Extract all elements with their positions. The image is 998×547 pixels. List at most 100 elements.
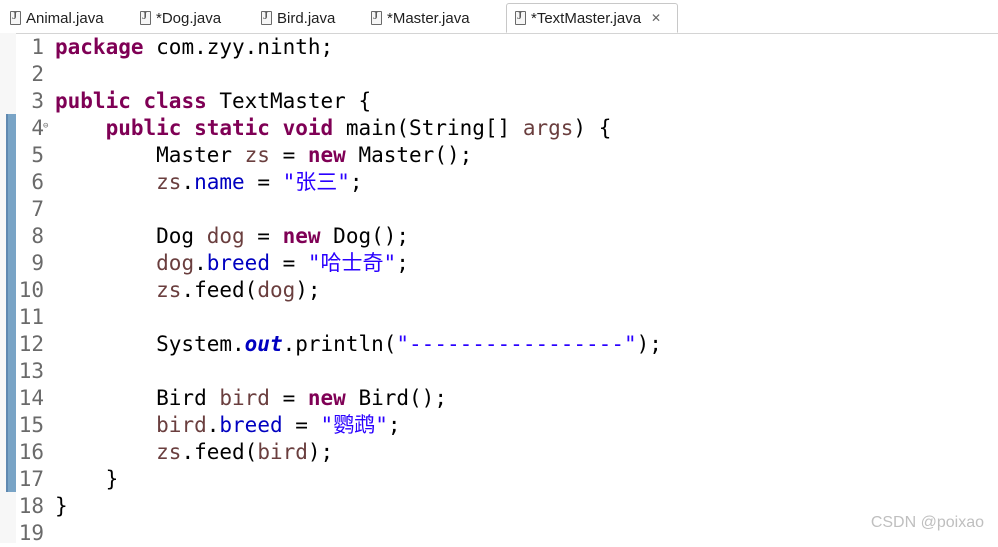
token-str: "张三": [282, 170, 350, 194]
token: .: [181, 170, 195, 194]
close-tab-icon[interactable]: ✕: [651, 11, 661, 25]
tab-label: Animal.java: [26, 9, 104, 27]
java-file-icon: J: [140, 11, 151, 25]
token-var: zs: [244, 143, 270, 167]
line-number: 9: [31, 251, 44, 275]
token: }: [55, 494, 68, 518]
fold-toggle-icon[interactable]: ⊖: [43, 113, 48, 140]
line-number: 16: [18, 440, 44, 464]
token-kw: public: [105, 116, 182, 140]
code-line: 18}: [0, 493, 998, 520]
token-var: zs: [156, 440, 182, 464]
token: .feed(: [181, 440, 258, 464]
tab-bird-java[interactable]: J Bird.java: [253, 3, 335, 33]
code-editor[interactable]: 1 package com.zyy.ninth; 2 3 public class Te…: [0, 33, 998, 545]
line-number: 18: [18, 494, 44, 518]
token-var: bird: [156, 413, 207, 437]
code-line: 17 }: [0, 466, 998, 493]
token-kw: new: [307, 386, 346, 410]
token-kw: new: [282, 224, 321, 248]
token: Master();: [345, 143, 473, 167]
code-line: 14 Bird bird = new Bird();: [0, 385, 998, 412]
token: ;: [387, 413, 401, 437]
token-var: args: [522, 116, 574, 140]
code-line: 2: [0, 61, 998, 88]
code-line: 6 zs.name = "张三";: [0, 169, 998, 196]
code-line: 16 zs.feed(bird);: [0, 439, 998, 466]
line-number: 5: [31, 143, 44, 167]
line-number: 14: [18, 386, 44, 410]
tab-label: *Master.java: [387, 9, 470, 27]
code-text: bird.breed = "鹦鹉";: [55, 412, 401, 439]
code-line: 13: [0, 358, 998, 385]
code-text: }: [55, 466, 119, 493]
code-line: 1 package com.zyy.ninth;: [0, 34, 998, 61]
line-number: 10: [18, 278, 44, 302]
code-text: public class TextMaster {: [55, 88, 371, 115]
line-number: 2: [31, 62, 44, 86]
editor-tab-bar: J Animal.java J *Dog.java J Bird.java J …: [0, 0, 998, 34]
token: TextMaster {: [206, 89, 372, 113]
code-line: 12 System.out.println("-----------------…: [0, 331, 998, 358]
token-str: "鹦鹉": [320, 413, 388, 437]
java-file-icon: J: [261, 11, 272, 25]
tab-animal-java[interactable]: J Animal.java: [2, 3, 104, 33]
token-var: bird: [219, 386, 270, 410]
line-number: 3: [31, 89, 44, 113]
line-number: 17: [18, 467, 44, 491]
token: ) {: [573, 116, 612, 140]
code-line: 15 bird.breed = "鹦鹉";: [0, 412, 998, 439]
tab-dog-java[interactable]: J *Dog.java: [132, 3, 221, 33]
token: .: [206, 413, 220, 437]
token-var: zs: [156, 278, 182, 302]
token-var: zs: [156, 170, 182, 194]
tab-label: *TextMaster.java: [531, 9, 642, 27]
token: Bird: [55, 386, 220, 410]
line-number: 4: [31, 116, 44, 140]
token: =: [282, 413, 321, 437]
line-number: 12: [18, 332, 44, 356]
code-text: dog.breed = "哈士奇";: [55, 250, 409, 277]
code-line: 7: [0, 196, 998, 223]
token-kw: static: [194, 116, 270, 140]
line-number: 6: [31, 170, 44, 194]
token: =: [269, 251, 308, 275]
line-number: 7: [31, 197, 44, 221]
code-text: package com.zyy.ninth;: [55, 34, 333, 61]
java-file-icon: J: [371, 11, 382, 25]
code-line: 5 Master zs = new Master();: [0, 142, 998, 169]
token-var: dog: [257, 278, 296, 302]
token-kw: public: [55, 89, 131, 113]
token: .feed(: [181, 278, 258, 302]
token: =: [269, 386, 308, 410]
code-line: 4 ⊖ public static void main(String[] args…: [0, 115, 998, 142]
token-str: "-----------------": [396, 332, 637, 356]
token: com.zyy.ninth;: [143, 35, 334, 59]
token: .: [194, 251, 207, 275]
token: main(String[]: [333, 116, 523, 140]
token-fld: breed: [219, 413, 283, 437]
tab-textmaster-java[interactable]: J *TextMaster.java ✕: [506, 3, 678, 33]
token: Master: [55, 143, 245, 167]
tab-label: *Dog.java: [156, 9, 222, 27]
tab-master-java[interactable]: J *Master.java: [363, 3, 470, 33]
code-line: 10 zs.feed(dog);: [0, 277, 998, 304]
code-text: zs.name = "张三";: [55, 169, 362, 196]
token: );: [295, 278, 321, 302]
code-text: }: [55, 493, 68, 520]
token-kw: new: [307, 143, 346, 167]
code-text: zs.feed(dog);: [55, 277, 321, 304]
token-var: bird: [257, 440, 308, 464]
token: .println(: [282, 332, 397, 356]
line-number: 11: [18, 305, 44, 329]
code-line: 8 Dog dog = new Dog();: [0, 223, 998, 250]
line-number: 13: [18, 359, 44, 383]
token: Dog: [55, 224, 207, 248]
token: System.: [55, 332, 245, 356]
token: ;: [396, 251, 409, 275]
code-text: System.out.println("-----------------");: [55, 331, 662, 358]
